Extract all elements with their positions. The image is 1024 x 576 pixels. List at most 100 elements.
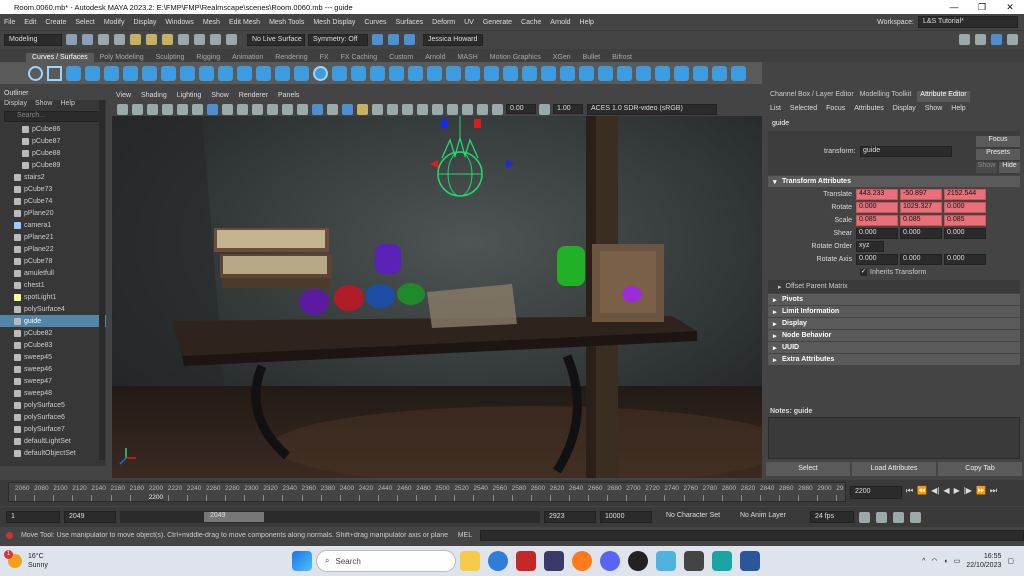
scale-y-field[interactable]: 0.085 — [900, 215, 942, 226]
viewport-menu-show[interactable]: Show — [211, 92, 229, 102]
outliner-item[interactable]: camera1 — [0, 219, 106, 231]
ae-menu-selected[interactable]: Selected — [790, 105, 817, 112]
gate-mask-icon[interactable] — [252, 103, 263, 115]
save-icon[interactable] — [82, 34, 93, 45]
bezier-curve-icon[interactable] — [142, 65, 157, 81]
ae-menu-help[interactable]: Help — [951, 105, 965, 112]
close-button[interactable]: ✕ — [996, 2, 1024, 13]
offset-parent-matrix[interactable]: ▸ Offset Parent Matrix — [768, 280, 1020, 293]
gamma-icon[interactable] — [539, 103, 550, 115]
two-d-pan-icon[interactable] — [177, 103, 188, 115]
birail-icon[interactable] — [503, 65, 518, 81]
camera-attributes-icon[interactable] — [132, 103, 143, 115]
nurbs-torus-icon[interactable] — [408, 65, 423, 81]
tab-attribute-editor[interactable]: Attribute Editor — [917, 91, 970, 102]
extrude-icon[interactable] — [484, 65, 499, 81]
menu-uv[interactable]: UV — [464, 19, 474, 26]
anti-aliasing-icon[interactable] — [417, 103, 428, 115]
viewport-menu-panels[interactable]: Panels — [278, 92, 299, 102]
mail-icon[interactable] — [544, 551, 564, 571]
stream-app-icon[interactable] — [656, 551, 676, 571]
image-plane-icon[interactable] — [162, 103, 173, 115]
ambient-occlusion-icon[interactable] — [387, 103, 398, 115]
viewport-menu-view[interactable]: View — [116, 92, 131, 102]
gamma-field[interactable]: 1.00 — [553, 104, 583, 114]
attach-curve-icon[interactable] — [161, 65, 176, 81]
bevel-plus-icon[interactable] — [522, 65, 537, 81]
time-ruler[interactable]: 2060 2080 2100 2120 2140 2160 2180 2200 2220 2240… — [8, 482, 846, 502]
fps-dropdown[interactable]: 24 fps — [810, 511, 854, 523]
hide-button[interactable]: Hide — [999, 162, 1020, 173]
outliner-item[interactable]: guide — [0, 315, 106, 327]
nurbs-square-icon[interactable] — [47, 65, 62, 81]
shelf-tab-mash[interactable]: MASH — [452, 53, 484, 62]
shelf-tab-rigging[interactable]: Rigging — [190, 53, 226, 62]
outliner-menu-help[interactable]: Help — [60, 100, 74, 110]
ae-menu-show[interactable]: Show — [925, 105, 943, 112]
wireframe-icon[interactable] — [297, 103, 308, 115]
shear-y-field[interactable]: 0.000 — [900, 228, 942, 239]
safe-action-icon[interactable] — [282, 103, 293, 115]
nurbs-cube-icon[interactable] — [332, 65, 347, 81]
step-back-frame-icon[interactable]: ◀| — [931, 486, 939, 496]
planar-icon[interactable] — [465, 65, 480, 81]
shelf-tab-fx-caching[interactable]: FX Caching — [335, 53, 384, 62]
ae-menu-focus[interactable]: Focus — [826, 105, 845, 112]
scale-x-field[interactable]: 0.085 — [856, 215, 898, 226]
range-slider-handle[interactable]: 2049 — [204, 512, 264, 522]
shelf-tab-curves-surfaces[interactable]: Curves / Surfaces — [26, 53, 94, 62]
render-settings-icon[interactable] — [404, 34, 415, 45]
outliner-item[interactable]: sweep47 — [0, 375, 106, 387]
mel-label[interactable]: MEL — [458, 532, 472, 539]
rotate-axis-x-field[interactable]: 0.000 — [856, 254, 898, 265]
auto-key-icon[interactable] — [893, 511, 904, 523]
nurbs-sphere-icon[interactable] — [313, 65, 328, 81]
isolate-select-icon[interactable] — [432, 103, 443, 115]
sculpt-geometry-icon[interactable] — [731, 65, 746, 81]
add-points-icon[interactable] — [275, 65, 290, 81]
viewport-menu-renderer[interactable]: Renderer — [239, 92, 268, 102]
detach-surface-icon[interactable] — [636, 65, 651, 81]
outliner-item[interactable]: pCube87 — [0, 135, 106, 147]
untrim-icon[interactable] — [598, 65, 613, 81]
outliner-item[interactable]: pPlane20 — [0, 207, 106, 219]
rotate-axis-z-field[interactable]: 0.000 — [944, 254, 986, 265]
menu-edit[interactable]: Edit — [24, 19, 36, 26]
playback-start-field[interactable]: 2049 — [64, 511, 116, 523]
playback-end-field[interactable]: 2923 — [544, 511, 596, 523]
weather-widget[interactable]: 1 16°C Sunny — [4, 550, 128, 570]
outliner-item[interactable]: stairs2 — [0, 171, 106, 183]
shelf-tab-bifrost[interactable]: Bifrost — [606, 53, 638, 62]
windows-start-icon[interactable] — [292, 551, 312, 571]
translate-y-field[interactable]: -50.897 — [900, 189, 942, 200]
outliner-item[interactable]: pCube78 — [0, 255, 106, 267]
outliner-item[interactable]: pCube83 — [0, 339, 106, 351]
project-curve-icon[interactable] — [541, 65, 556, 81]
notes-textarea[interactable] — [768, 417, 1020, 459]
focus-button[interactable]: Focus — [976, 136, 1020, 147]
attribute-editor-icon[interactable] — [991, 34, 1002, 45]
go-to-start-icon[interactable]: ⏮ — [906, 486, 913, 496]
shelf-tab-motion-graphics[interactable]: Motion Graphics — [484, 53, 547, 62]
extend-curve-icon[interactable] — [218, 65, 233, 81]
section-display[interactable]: Display — [768, 318, 1020, 329]
channel-box-icon[interactable] — [975, 34, 986, 45]
outliner-item[interactable]: polySurface5 — [0, 399, 106, 411]
folder-icon[interactable] — [66, 34, 77, 45]
menu-mesh-display[interactable]: Mesh Display — [313, 19, 355, 26]
nurbs-circle-icon[interactable] — [28, 65, 43, 81]
bookmark-icon[interactable] — [147, 103, 158, 115]
menu-generate[interactable]: Generate — [483, 19, 512, 26]
nurbs-cylinder-icon[interactable] — [351, 65, 366, 81]
tool-settings-icon[interactable] — [1007, 34, 1018, 45]
animation-start-field[interactable]: 1 — [6, 511, 60, 523]
tab-modelling-toolkit[interactable]: Modelling Toolkit — [860, 91, 912, 102]
film-gate-icon[interactable] — [222, 103, 233, 115]
current-frame-field[interactable]: 2200 — [850, 486, 902, 499]
colorspace-dropdown[interactable]: ACES 1.0 SDR-video (sRGB) — [587, 103, 717, 115]
terminal-icon[interactable] — [684, 551, 704, 571]
viewport-menu-shading[interactable]: Shading — [141, 92, 167, 102]
shear-x-field[interactable]: 0.000 — [856, 228, 898, 239]
animation-end-field[interactable]: 10000 — [600, 511, 652, 523]
shelf-tab-custom[interactable]: Custom — [383, 53, 419, 62]
